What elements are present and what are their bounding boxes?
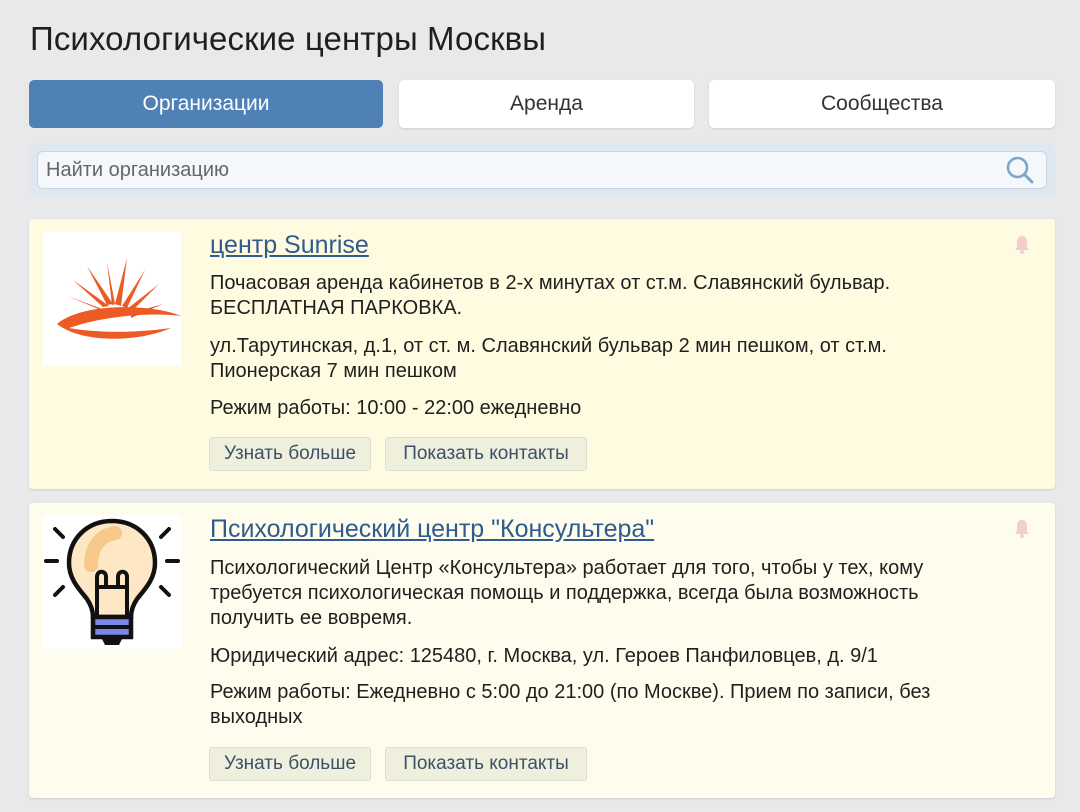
org-description: Психологический Центр «Консультера» рабо… bbox=[210, 557, 924, 629]
search-icon[interactable] bbox=[1005, 155, 1035, 185]
org-card: Психологический центр "Консультера" Псих… bbox=[29, 503, 1055, 798]
org-hours: Режим работы: 10:00 - 22:00 ежедневно bbox=[210, 397, 582, 419]
learn-more-button[interactable]: Узнать больше bbox=[209, 437, 371, 471]
org-name-link[interactable]: центр Sunrise bbox=[210, 231, 369, 260]
sunrise-logo-icon[interactable] bbox=[43, 232, 181, 366]
tab-rent[interactable]: Аренда bbox=[399, 80, 694, 128]
lightbulb-logo-icon[interactable] bbox=[43, 515, 181, 649]
search-bar bbox=[29, 143, 1055, 197]
org-address: Юридический адрес: 125480, г. Москва, ул… bbox=[210, 645, 878, 667]
show-contacts-button[interactable]: Показать контакты bbox=[385, 747, 587, 781]
tabs-bar: Организации Аренда Сообщества bbox=[29, 80, 1055, 128]
tab-communities[interactable]: Сообщества bbox=[709, 80, 1055, 128]
report-icon[interactable] bbox=[1013, 518, 1031, 538]
tab-organizations[interactable]: Организации bbox=[29, 80, 383, 128]
search-input[interactable] bbox=[37, 151, 1047, 189]
org-address: ул.Тарутинская, д.1, от ст. м. Славянски… bbox=[210, 335, 887, 382]
learn-more-button[interactable]: Узнать больше bbox=[209, 747, 371, 781]
org-description: Почасовая аренда кабинетов в 2-х минутах… bbox=[210, 272, 891, 319]
report-icon[interactable] bbox=[1013, 234, 1031, 254]
org-hours: Режим работы: Ежедневно с 5:00 до 21:00 … bbox=[210, 681, 931, 728]
org-card: центр Sunrise Почасовая аренда кабинетов… bbox=[29, 219, 1055, 489]
org-name-link[interactable]: Психологический центр "Консультера" bbox=[210, 515, 654, 544]
show-contacts-button[interactable]: Показать контакты bbox=[385, 437, 587, 471]
page-title: Психологические центры Москвы bbox=[30, 20, 547, 57]
